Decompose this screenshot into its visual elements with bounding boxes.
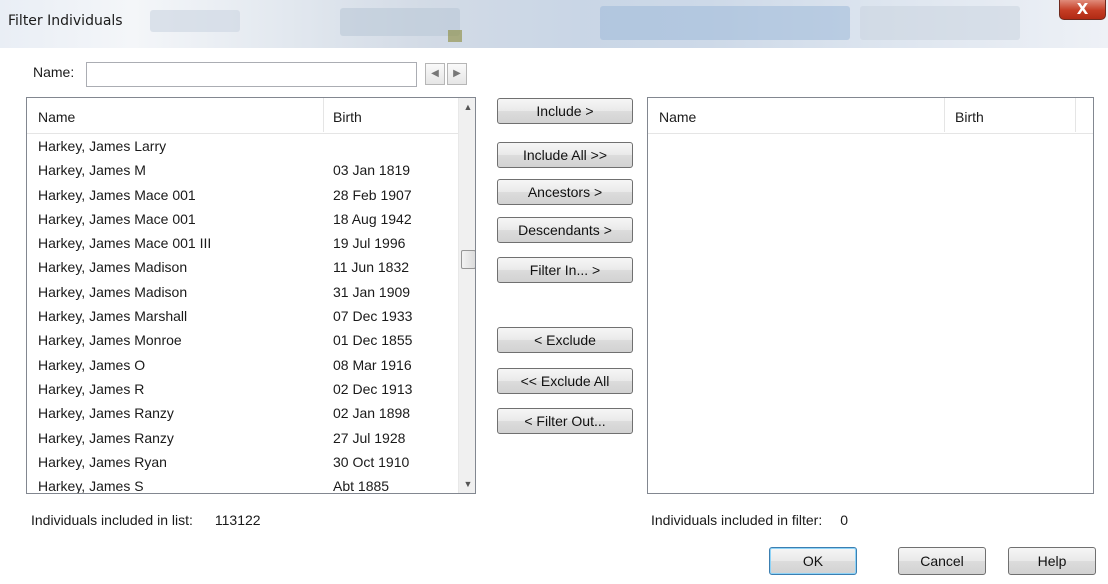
list-item[interactable]: Harkey, James Ranzy 02 Jan 1898 [27,402,455,426]
individual-birth: 03 Jan 1819 [333,162,411,179]
individual-birth: 11 Jun 1832 [333,259,410,276]
column-divider[interactable] [1075,98,1076,132]
individual-name: Harkey, James O [38,356,146,373]
individual-birth: 19 Jul 1996 [333,235,406,252]
list-header: Name Birth [27,98,458,134]
individual-name: Harkey, James Madison [38,259,188,276]
individual-birth: 18 Aug 1942 [333,210,412,227]
individual-name: Harkey, James Mace 001 [38,210,196,227]
background-window-blur [860,6,1020,40]
individual-name: Harkey, James S [38,478,144,494]
individual-birth: 31 Jan 1909 [333,283,411,300]
include-button[interactable]: Include > [497,98,633,124]
individual-name: Harkey, James Mace 001 [38,186,196,203]
individual-birth: 01 Dec 1855 [333,332,413,349]
individual-birth: 28 Feb 1907 [333,186,412,203]
list-count-status: Individuals included in list: 113122 [31,512,261,528]
list-item[interactable]: Harkey, James Madison 31 Jan 1909 [27,281,455,305]
column-header-birth[interactable]: Birth [955,98,984,136]
next-match-button[interactable]: ▶ [447,63,467,85]
previous-match-button[interactable]: ◀ [425,63,445,85]
list-item[interactable]: Harkey, James Mace 001 28 Feb 1907 [27,184,455,208]
help-button[interactable]: Help [1008,547,1096,575]
name-label: Name: [33,64,75,80]
column-header-name[interactable]: Name [659,98,696,136]
available-individuals-list[interactable]: Name Birth Harkey, James Larry Harkey, Ja… [26,97,476,494]
individual-birth: 02 Dec 1913 [333,380,413,397]
include-all-button[interactable]: Include All >> [497,142,633,168]
list-item[interactable]: Harkey, James R 02 Dec 1913 [27,378,455,402]
filter-count-value: 0 [840,512,849,528]
individual-birth: 07 Dec 1933 [333,308,413,325]
arrow-right-icon: ▶ [453,68,461,79]
filtered-individuals-list[interactable]: Name Birth [647,97,1094,494]
individual-name: Harkey, James Marshall [38,308,188,325]
individual-name: Harkey, James M [38,162,146,179]
list-rows: Harkey, James Larry Harkey, James M 03 Jan… [27,135,455,494]
column-header-birth[interactable]: Birth [333,98,362,136]
filter-in-button[interactable]: Filter In... > [497,257,633,283]
column-divider[interactable] [944,98,945,132]
title-bar: Filter Individuals X [0,0,1108,48]
ok-button[interactable]: OK [769,547,857,575]
individual-name: Harkey, James Madison [38,283,188,300]
close-button[interactable]: X [1059,0,1106,20]
individual-birth: 30 Oct 1910 [333,453,410,470]
descendants-button[interactable]: Descendants > [497,217,633,243]
filter-count-status: Individuals included in filter: 0 [651,512,848,528]
list-item[interactable]: Harkey, James Mace 001 18 Aug 1942 [27,208,455,232]
individual-birth: Abt 1885 [333,478,390,494]
column-header-name[interactable]: Name [38,98,75,136]
list-item[interactable]: Harkey, James Marshall 07 Dec 1933 [27,305,455,329]
name-search-input[interactable] [86,62,417,87]
arrow-left-icon: ◀ [431,68,439,79]
individual-name: Harkey, James Ranzy [38,429,174,446]
cancel-button[interactable]: Cancel [898,547,986,575]
individual-birth: 02 Jan 1898 [333,405,411,422]
individual-name: Harkey, James Mace 001 III [38,235,212,252]
scroll-down-arrow-icon[interactable]: ▼ [459,475,475,493]
list-item[interactable]: Harkey, James M 03 Jan 1819 [27,159,455,183]
list-item[interactable]: Harkey, James Ranzy 27 Jul 1928 [27,427,455,451]
individual-name: Harkey, James Ryan [38,453,167,470]
list-header: Name Birth [648,98,1093,134]
background-window-blur [600,6,850,40]
close-icon: X [1076,0,1089,18]
list-item[interactable]: Harkey, James Mace 001 III 19 Jul 1996 [27,232,455,256]
list-item[interactable]: Harkey, James Madison 11 Jun 1832 [27,256,455,280]
list-item[interactable]: Harkey, James Larry [27,135,455,159]
list-item[interactable]: Harkey, James Ryan 30 Oct 1910 [27,451,455,475]
scrollbar-thumb[interactable] [461,250,475,269]
ancestors-button[interactable]: Ancestors > [497,179,633,205]
background-window-blur [150,10,240,32]
individual-name: Harkey, James Ranzy [38,405,174,422]
scroll-up-arrow-icon[interactable]: ▲ [459,98,475,116]
filter-count-label: Individuals included in filter: [651,512,823,528]
list-item[interactable]: Harkey, James Monroe 01 Dec 1855 [27,329,455,353]
list-item[interactable]: Harkey, James S Abt 1885 [27,475,455,494]
column-divider[interactable] [323,98,324,132]
vertical-scrollbar[interactable]: ▲ ▼ [458,98,475,493]
window-title: Filter Individuals [8,13,123,29]
background-window-blur [448,30,462,42]
list-item[interactable]: Harkey, James O 08 Mar 1916 [27,354,455,378]
individual-name: Harkey, James R [38,380,145,397]
individual-birth: 08 Mar 1916 [333,356,412,373]
filter-out-button[interactable]: < Filter Out... [497,408,633,434]
exclude-button[interactable]: < Exclude [497,327,633,353]
background-window-blur [340,8,460,36]
list-count-label: Individuals included in list: [31,512,193,528]
individual-name: Harkey, James Larry [38,138,167,154]
individual-name: Harkey, James Monroe [38,332,182,349]
individual-birth: 27 Jul 1928 [333,429,406,446]
list-count-value: 113122 [214,512,261,528]
exclude-all-button[interactable]: << Exclude All [497,368,633,394]
